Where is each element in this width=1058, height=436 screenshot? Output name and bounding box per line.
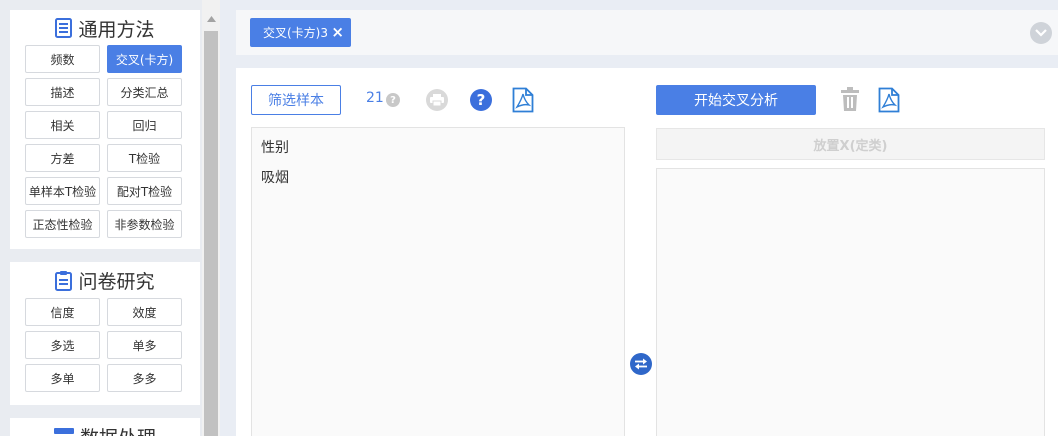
method-button-crosstab[interactable]: 交叉(卡方): [107, 45, 182, 73]
method-button-multi-multi[interactable]: 多多: [107, 364, 182, 392]
drop-x-area[interactable]: [656, 168, 1045, 436]
section-title-data: 数据处理: [10, 421, 200, 436]
scroll-up-arrow-icon[interactable]: [202, 10, 220, 28]
method-button-descriptive[interactable]: 描述: [25, 78, 100, 106]
method-button-validity[interactable]: 效度: [107, 298, 182, 326]
filter-sample-button[interactable]: 筛选样本: [251, 85, 341, 115]
section-questionnaire: 问卷研究 信度 效度 多选 单多 多单 多多: [10, 262, 200, 405]
list-item[interactable]: 性别: [261, 137, 289, 157]
trash-icon: [841, 87, 859, 111]
method-button-nonparametric-test[interactable]: 非参数检验: [107, 210, 182, 238]
list-item[interactable]: 吸烟: [261, 167, 289, 187]
print-button[interactable]: [426, 89, 448, 111]
method-button-anova[interactable]: 方差: [25, 144, 100, 172]
method-button-group-summary[interactable]: 分类汇总: [107, 78, 182, 106]
start-crosstab-analysis-button[interactable]: 开始交叉分析: [656, 85, 816, 115]
scrollbar-thumb[interactable]: [204, 31, 218, 436]
method-button-reliability[interactable]: 信度: [25, 298, 100, 326]
printer-icon: [430, 94, 444, 106]
swap-arrows-icon: [635, 358, 647, 370]
method-button-correlation[interactable]: 相关: [25, 111, 100, 139]
list-doc-icon: [55, 18, 73, 38]
section-data-processing: 数据处理: [10, 418, 200, 436]
tab-label: 交叉(卡方)3: [263, 26, 328, 40]
close-icon[interactable]: ×: [331, 24, 344, 40]
section-title-questionnaire: 问卷研究: [10, 265, 200, 295]
database-icon: [53, 427, 74, 436]
swap-variables-button[interactable]: [630, 353, 652, 375]
tab-bar: 交叉(卡方)3 ×: [236, 10, 1058, 55]
method-button-one-sample-t-test[interactable]: 单样本T检验: [25, 177, 100, 205]
method-button-regression[interactable]: 回归: [107, 111, 182, 139]
method-button-normality-test[interactable]: 正态性检验: [25, 210, 100, 238]
tab-crosstab-3[interactable]: 交叉(卡方)3 ×: [250, 18, 351, 47]
sample-count: 21: [366, 90, 384, 106]
sample-info-icon[interactable]: ?: [386, 93, 400, 107]
method-button-multi-single[interactable]: 多单: [25, 364, 100, 392]
analysis-panel: 筛选样本 21 ? ? 开始交叉分析 性别 吸烟 放置X(定类): [236, 68, 1058, 436]
section-title-text: 数据处理: [80, 423, 156, 436]
method-button-frequency[interactable]: 频数: [25, 45, 100, 73]
variable-list[interactable]: 性别 吸烟: [251, 127, 625, 436]
pdf-icon: [878, 87, 900, 113]
section-title-text: 通用方法: [78, 18, 155, 41]
sidebar: 通用方法 频数 交叉(卡方) 描述 分类汇总 相关 回归 方差 T检验 单样本T…: [0, 0, 202, 436]
section-general-methods: 通用方法 频数 交叉(卡方) 描述 分类汇总 相关 回归 方差 T检验 单样本T…: [10, 10, 200, 249]
pdf-icon: [512, 87, 534, 113]
help-button[interactable]: ?: [470, 89, 492, 111]
method-button-single-multi[interactable]: 单多: [107, 331, 182, 359]
method-button-multi-select[interactable]: 多选: [25, 331, 100, 359]
chevron-down-icon: [1035, 29, 1047, 37]
export-pdf-button[interactable]: [512, 87, 534, 116]
method-button-paired-t-test[interactable]: 配对T检验: [107, 177, 182, 205]
clear-button[interactable]: [840, 87, 860, 114]
method-button-t-test[interactable]: T检验: [107, 144, 182, 172]
export-result-pdf-button[interactable]: [878, 87, 900, 116]
clipboard-icon: [55, 270, 73, 291]
collapse-tabs-button[interactable]: [1030, 22, 1052, 44]
drop-x-zone[interactable]: 放置X(定类): [656, 128, 1045, 160]
section-title-text: 问卷研究: [78, 270, 155, 293]
section-title-general: 通用方法: [10, 13, 200, 43]
sidebar-scrollbar[interactable]: [202, 0, 220, 436]
